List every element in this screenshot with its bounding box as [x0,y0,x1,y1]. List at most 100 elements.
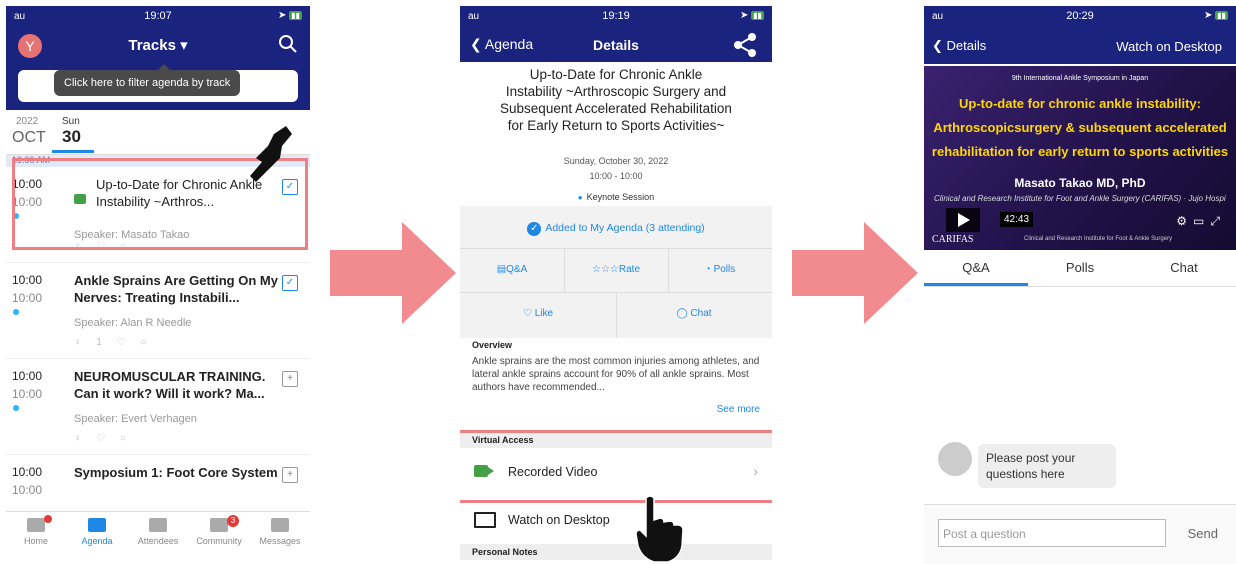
logo-subtitle: Clinical and Research Institute for Foot… [1024,236,1173,242]
heart-icon: ♡ [522,308,535,319]
see-more-link[interactable]: See more [717,404,760,415]
selected-day-indicator [52,150,94,153]
community-badge: 3 [227,515,239,527]
active-tab-indicator [924,283,1028,286]
check-icon: ✓ [527,222,542,236]
year-label: 2022 [16,116,39,127]
hand-pointer-icon [635,495,684,563]
page-title: Details [593,37,639,53]
video-controls: ⚙▭⤢ [1176,214,1226,229]
tab-attendees[interactable]: Attendees [128,518,188,546]
added-to-agenda[interactable]: ✓ Added to My Agenda (3 attending) [460,222,772,236]
session-speaker: Speaker: Evert Verhagen [74,413,197,425]
calendar-check-icon[interactable]: ✓ [282,275,298,291]
tab-qa[interactable]: Q&A [924,260,1028,275]
tab-polls[interactable]: Polls [1028,260,1132,275]
video-player[interactable]: 9th International Ankle Symposium in Jap… [924,66,1236,250]
session-end: 10:00 [12,483,43,497]
polls-label: Polls [713,264,736,275]
chevron-left-icon: ❮ [932,38,947,53]
envelope-icon [271,518,289,532]
watch-desktop-link[interactable]: Watch on Desktop [1116,39,1222,54]
session-time: 10:00 - 10:00 [589,171,643,181]
tab-label: Attendees [137,536,179,546]
session-start: 10:00 [12,273,43,287]
battery-icon: ➤ ▮▮ [278,10,302,21]
clock: 19:19 [602,10,630,22]
month-label: OCT [12,129,46,146]
rate-label: Rate [618,264,641,275]
back-button[interactable]: ❮ Details [932,38,986,54]
agenda-screen: au 19:07 ➤ ▮▮ Y Tracks ▾ Click here to f… [6,6,310,564]
highlight-box [460,430,772,503]
question-composer: Post a question Send [924,504,1236,564]
session-date: Sunday, October 30, 2022 [563,156,669,166]
clock: 20:29 [1066,10,1094,22]
watch-desktop-row[interactable]: Watch on Desktop [460,506,772,536]
session-end: 10:00 [12,291,43,305]
session-details-screen: au 19:19 ➤ ▮▮ ❮ Agenda Details Up-to-Dat… [460,6,772,564]
tab-label: Messages [259,536,301,546]
session-start: 10:00 [12,465,43,479]
gear-icon[interactable]: ⚙ [1176,214,1193,228]
polls-button[interactable]: ◔ Polls [668,264,772,275]
calendar-icon [88,518,106,532]
session-speaker: Speaker: Alan R Needle [74,317,192,329]
arrow-right-icon [792,222,918,324]
tracks-dropdown[interactable]: Tracks ▾ [6,36,310,54]
video-title-line: rehabilitation for early return to sport… [931,144,1229,159]
avatar [938,442,972,476]
qa-label: Q&A [506,264,528,275]
arrow-right-icon [330,222,456,324]
filter-tooltip: Click here to filter agenda by track [54,64,241,96]
overview-text: Ankle sprains are the most common injuri… [472,356,760,393]
video-player-screen: au 20:29 ➤ ▮▮ ❮ Details Watch on Desktop… [924,6,1236,564]
calendar-add-icon[interactable]: + [282,371,298,387]
battery-icon: ➤ ▮▮ [740,10,764,21]
weekday-label: Sun [62,116,80,127]
message-bubble: Please post your questions here [978,444,1116,488]
qa-icon: ▤ [496,264,507,275]
session-dot [13,309,19,315]
qa-button[interactable]: ▤Q&A [460,264,564,275]
share-icon[interactable] [732,32,758,58]
chat-label: Chat [690,308,712,319]
added-label: Added to My Agenda (3 attending) [545,222,705,234]
like-button[interactable]: ♡ Like [460,308,616,319]
session-title: Symposium 1: Foot Core System [74,465,278,480]
fullscreen-icon[interactable]: ⤢ [1210,214,1226,228]
question-input[interactable]: Post a question [938,519,1166,547]
day-label[interactable]: 30 [62,127,81,147]
video-speaker: Masato Takao MD, PhD [1014,176,1146,190]
tab-agenda[interactable]: Agenda [67,518,127,546]
play-button[interactable] [946,208,980,232]
video-header: ❮ Details Watch on Desktop [924,28,1236,64]
tab-home[interactable]: Home [6,515,66,546]
search-icon[interactable] [278,34,298,54]
hand-pointer-icon [250,126,292,182]
chat-button[interactable]: ◯ Chat [616,308,772,319]
tab-community[interactable]: 3 Community [189,515,249,546]
tab-messages[interactable]: Messages [250,518,310,546]
carifas-logo: CARIFAS [932,234,974,245]
video-title-line: Up-to-date for chronic ankle instability… [959,96,1201,111]
action-grid: ✓ Added to My Agenda (3 attending) ▤Q&A ☆… [460,206,772,338]
session-type: Keynote Session [460,192,772,202]
tab-chat[interactable]: Chat [1132,260,1236,275]
rate-button[interactable]: ☆☆☆Rate [564,264,668,275]
details-header: ❮ Agenda Details [460,28,772,62]
tab-label: Home [23,536,48,546]
tab-label: Agenda [81,536,113,546]
send-button[interactable]: Send [1188,526,1218,541]
session-item[interactable]: 10:00 10:00 NEUROMUSCULAR TRAINING. Can … [6,359,310,455]
session-start: 10:00 [12,369,43,383]
monitor-icon [474,512,496,528]
agenda-header: Y Tracks ▾ Click here to filter agenda b… [6,28,310,110]
airplay-icon[interactable]: ▭ [1193,214,1210,228]
home-icon [27,518,45,532]
session-item[interactable]: 10:00 10:00 Ankle Sprains Are Getting On… [6,263,310,359]
battery-icon: ➤ ▮▮ [1204,10,1228,21]
session-stats: ♀ 1 ♡ ○ [74,337,153,348]
polls-icon: ◔ [704,264,714,275]
calendar-add-icon[interactable]: + [282,467,298,483]
